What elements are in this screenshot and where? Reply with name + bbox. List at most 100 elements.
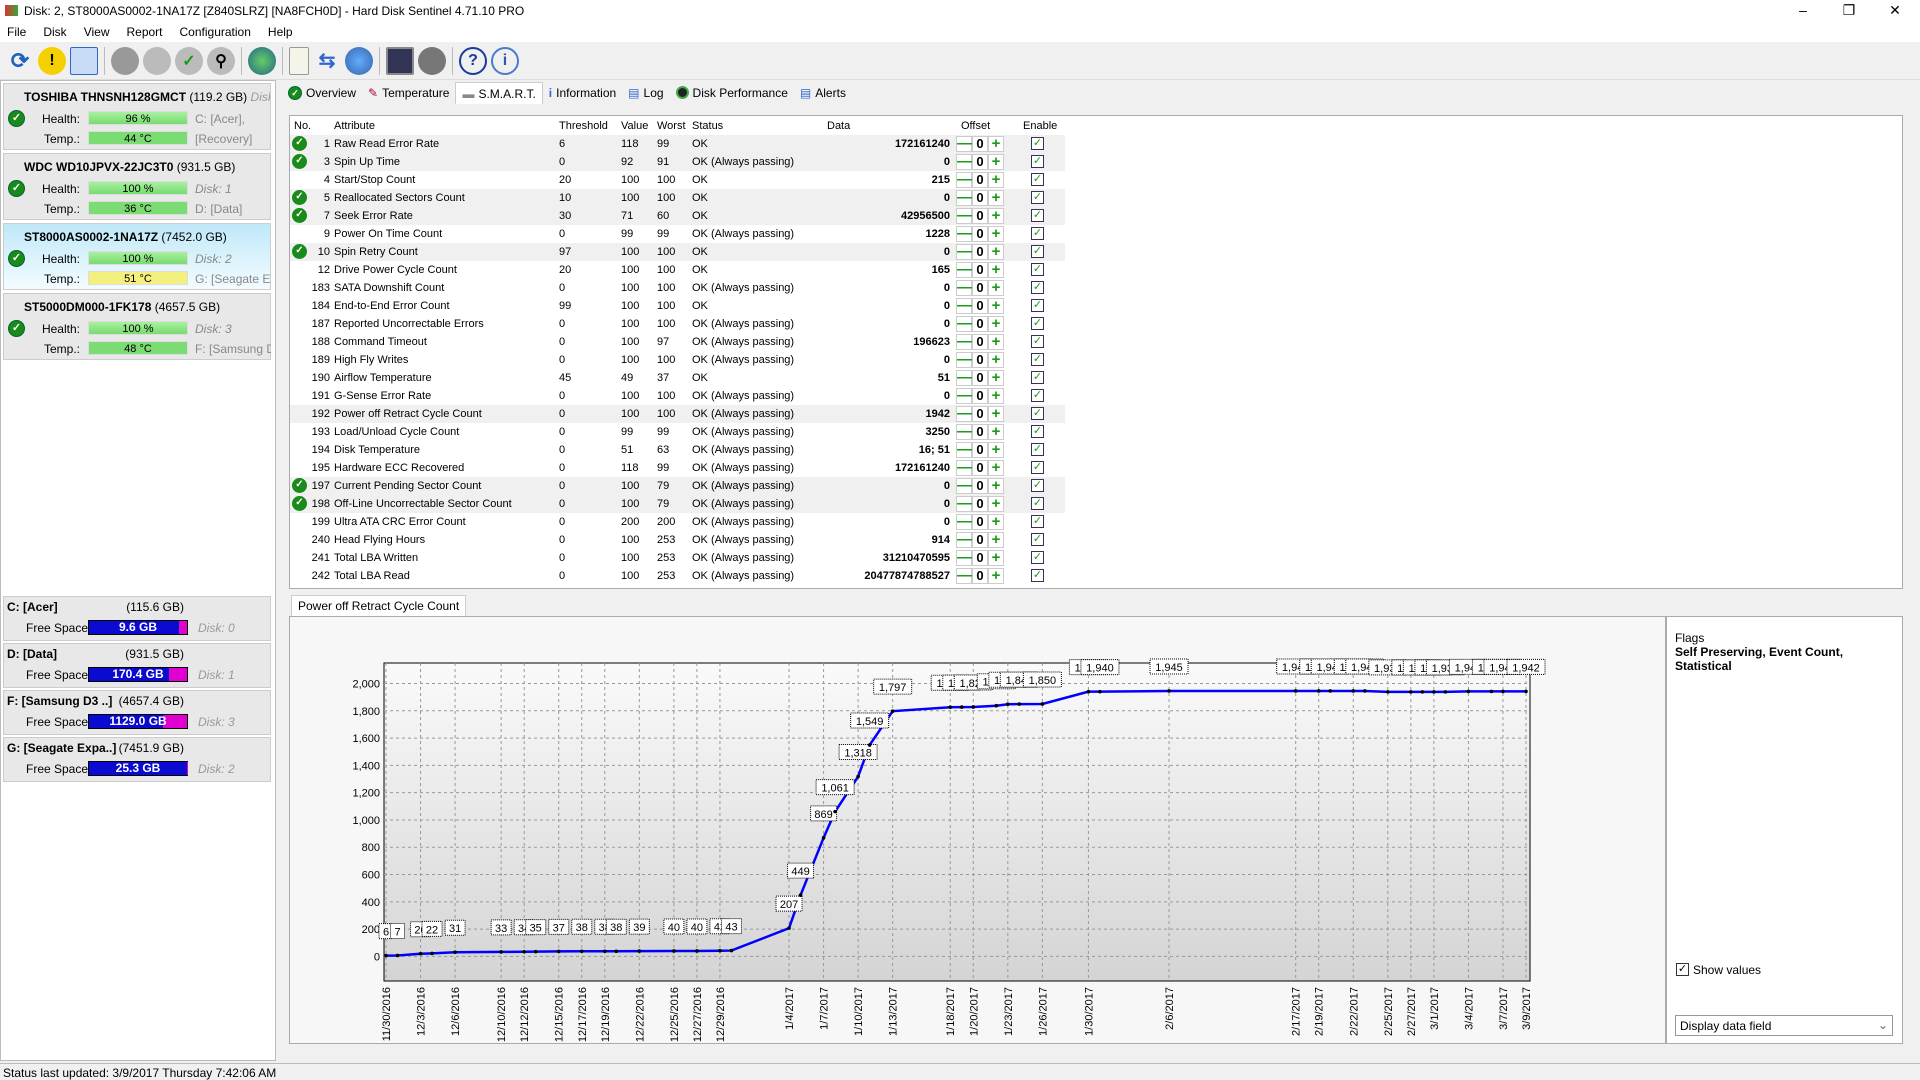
enable-checkbox[interactable]: ✓ (1031, 155, 1044, 168)
table-row[interactable]: 240 Head Flying Hours 0 100 253 OK (Always pa… (290, 531, 1065, 549)
enable-checkbox[interactable]: ✓ (1031, 407, 1044, 420)
minus-icon[interactable]: — (956, 136, 972, 152)
minus-icon[interactable]: — (956, 190, 972, 206)
table-row[interactable]: 183 SATA Downshift Count 0 100 100 OK (Always… (290, 279, 1065, 297)
notes-icon[interactable] (289, 46, 309, 75)
disk-report-icon[interactable] (70, 46, 98, 75)
offset-value[interactable]: 0 (972, 460, 988, 476)
plus-icon[interactable]: + (988, 352, 1004, 368)
plus-icon[interactable]: + (988, 568, 1004, 584)
data-point[interactable] (1351, 689, 1356, 693)
offset-value[interactable]: 0 (972, 280, 988, 296)
plus-icon[interactable]: + (988, 262, 1004, 278)
data-point[interactable] (821, 836, 826, 840)
offset-value[interactable]: 0 (972, 262, 988, 278)
data-point[interactable] (833, 809, 837, 814)
data-point[interactable] (1040, 702, 1045, 706)
help-icon[interactable]: ? (459, 46, 487, 75)
enable-checkbox[interactable]: ✓ (1031, 479, 1044, 492)
display-field-dropdown[interactable]: Display data field ⌄ (1675, 1015, 1893, 1036)
minus-icon[interactable]: — (956, 514, 972, 530)
data-point[interactable] (499, 950, 503, 954)
enable-checkbox[interactable]: ✓ (1031, 551, 1044, 564)
data-point[interactable] (1386, 690, 1390, 694)
enable-checkbox[interactable]: ✓ (1031, 173, 1044, 186)
disk-ok-icon[interactable]: ✓ (175, 46, 203, 75)
header-worst[interactable]: Worst (657, 120, 686, 132)
minus-icon[interactable]: — (956, 280, 972, 296)
disk-card[interactable]: ST5000DM000-1FK178 (4657.5 GB) ✓ Health: 1… (3, 293, 271, 360)
disk-card[interactable]: TOSHIBA THNSNH128GMCT (119.2 GB) Disk:✓H… (3, 83, 271, 150)
plus-icon[interactable]: + (988, 550, 1004, 566)
enable-checkbox[interactable]: ✓ (1031, 389, 1044, 402)
table-row[interactable]: 193 Load/Unload Cycle Count 0 99 99 OK (Alway… (290, 423, 1065, 441)
offset-value[interactable]: 0 (972, 226, 988, 242)
plus-icon[interactable]: + (988, 496, 1004, 512)
offset-value[interactable]: 0 (972, 370, 988, 386)
tab-temperature[interactable]: ✎ Temperature (362, 82, 455, 103)
data-point[interactable] (718, 948, 722, 953)
offset-value[interactable]: 0 (972, 406, 988, 422)
data-point[interactable] (395, 953, 400, 958)
enable-checkbox[interactable]: ✓ (1031, 317, 1044, 330)
offset-value[interactable]: 0 (972, 550, 988, 566)
plus-icon[interactable]: + (988, 226, 1004, 242)
header-offset[interactable]: Offset (961, 120, 990, 132)
table-row[interactable]: 190 Airflow Temperature 45 49 37 OK 51 —0 + ✓ (290, 369, 1065, 387)
data-point[interactable] (1443, 690, 1448, 694)
enable-checkbox[interactable]: ✓ (1031, 461, 1044, 474)
minus-icon[interactable]: — (956, 442, 972, 458)
table-row[interactable]: 191 G-Sense Error Rate 0 100 100 OK (Always p… (290, 387, 1065, 405)
tab-information[interactable]: i Information (543, 82, 622, 103)
offset-value[interactable]: 0 (972, 190, 988, 206)
minus-icon[interactable]: — (956, 352, 972, 368)
close-button[interactable]: ✕ (1872, 0, 1918, 22)
data-point[interactable] (1167, 689, 1171, 693)
disk-test-icon[interactable] (143, 46, 171, 75)
enable-checkbox[interactable]: ✓ (1031, 497, 1044, 510)
network-icon[interactable] (345, 46, 373, 75)
data-point[interactable] (1420, 690, 1425, 694)
table-row[interactable]: ✓ 1 Raw Read Error Rate 6 118 99 OK 172161240 —0… (290, 135, 1065, 153)
offset-value[interactable]: 0 (972, 424, 988, 440)
menu-file[interactable]: File (7, 25, 26, 39)
header-value[interactable]: Value (621, 120, 648, 132)
data-point[interactable] (384, 953, 388, 958)
plus-icon[interactable]: + (988, 478, 1004, 494)
table-row[interactable]: 9 Power On Time Count 0 99 99 OK (Always pass… (290, 225, 1065, 243)
data-point[interactable] (1501, 689, 1505, 694)
header-status[interactable]: Status (692, 120, 723, 132)
data-point[interactable] (959, 705, 964, 709)
table-row[interactable]: ✓ 7 Seek Error Rate 30 71 60 OK 42956500 —0 + ✓ (290, 207, 1065, 225)
plus-icon[interactable]: + (988, 154, 1004, 170)
offset-value[interactable]: 0 (972, 514, 988, 530)
volume-card[interactable]: D: [Data] (931.5 GB) Free Space 170.4 GB Dis… (3, 643, 271, 688)
globe-disk-icon[interactable] (248, 46, 276, 75)
plus-icon[interactable]: + (988, 136, 1004, 152)
show-values-checkbox[interactable]: ✓ (1676, 963, 1689, 976)
menu-configuration[interactable]: Configuration (180, 25, 251, 39)
plus-icon[interactable]: + (988, 532, 1004, 548)
data-point[interactable] (453, 950, 457, 955)
data-point[interactable] (614, 949, 619, 954)
header-data[interactable]: Data (827, 120, 850, 132)
table-row[interactable]: 199 Ultra ATA CRC Error Count 0 200 200 OK (A… (290, 513, 1065, 531)
restore-button[interactable]: ❐ (1826, 0, 1872, 22)
plus-icon[interactable]: + (988, 208, 1004, 224)
data-point[interactable] (994, 703, 999, 708)
minus-icon[interactable]: — (956, 298, 972, 314)
data-point[interactable] (430, 951, 434, 956)
data-point[interactable] (890, 709, 895, 713)
alert-refresh-icon[interactable]: ! (38, 46, 66, 75)
data-point[interactable] (1362, 689, 1367, 693)
header-no[interactable]: No. (294, 120, 311, 132)
data-point[interactable] (533, 949, 538, 954)
data-point[interactable] (695, 949, 699, 953)
minus-icon[interactable]: — (956, 226, 972, 242)
enable-checkbox[interactable]: ✓ (1031, 425, 1044, 438)
disk-card[interactable]: WDC WD10JPVX-22JC3T0 (931.5 GB) ✓ Health:… (3, 153, 271, 220)
enable-checkbox[interactable]: ✓ (1031, 281, 1044, 294)
data-point[interactable] (637, 949, 642, 953)
data-point[interactable] (1409, 690, 1413, 694)
table-row[interactable]: 242 Total LBA Read 0 100 253 OK (Always passi… (290, 567, 1065, 585)
